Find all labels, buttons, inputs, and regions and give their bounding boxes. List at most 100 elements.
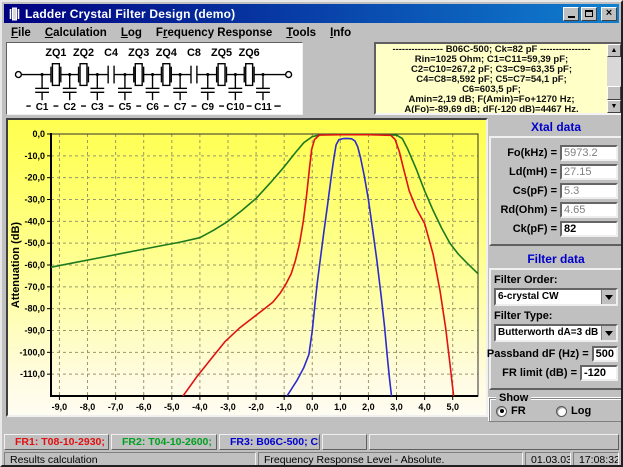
- filter-order-label: Filter Order:: [494, 274, 615, 286]
- y-tick-label: -90,0: [24, 326, 45, 336]
- radio-log-icon[interactable]: [556, 406, 567, 417]
- series-element-label: C4: [104, 47, 118, 59]
- right-panel: Xtal data Fo(kHz) =5973.2Ld(mH) =27.15Cs…: [489, 118, 623, 428]
- series-element-label: ZQ3: [128, 47, 149, 59]
- xtal-field-row: Fo(kHz) =5973.2: [494, 145, 618, 161]
- shunt-cap-label: C1: [36, 102, 49, 113]
- minimize-icon: [568, 16, 575, 18]
- xtal-field-row: Ck(pF) =82: [494, 221, 618, 237]
- show-title: Show: [496, 392, 531, 404]
- menu-item-file[interactable]: File: [4, 26, 38, 40]
- results-scrollbar[interactable]: ▲ ▼: [607, 44, 621, 113]
- frequency-response-chart: -9,0-8,0-7,0-6,0-5,0-4,0-3,0-2,0-1,00,01…: [6, 118, 488, 417]
- fr-slot-empty: [369, 434, 619, 450]
- window-title: Ladder Crystal Filter Design (demo): [25, 7, 563, 21]
- shunt-cap-label: C3: [91, 102, 104, 113]
- fr-slot-empty[interactable]: [322, 434, 367, 450]
- scroll-up-icon[interactable]: ▲: [607, 44, 621, 57]
- xtal-field-input: 4.65: [560, 202, 618, 218]
- scroll-thumb[interactable]: [607, 86, 621, 100]
- x-tick-label: 1,0: [334, 402, 347, 412]
- x-tick-label: -1,0: [276, 402, 292, 412]
- x-tick-label: 3,0: [390, 402, 403, 412]
- chevron-down-icon: [605, 295, 613, 304]
- radio-log-label: Log: [571, 405, 591, 417]
- shunt-cap-label: C10: [226, 102, 245, 113]
- x-tick-label: -8,0: [80, 402, 96, 412]
- x-tick-label: -7,0: [108, 402, 124, 412]
- maximize-icon: [585, 10, 593, 17]
- x-tick-label: -3,0: [220, 402, 236, 412]
- y-axis-title: Attenuation (dB): [10, 222, 22, 308]
- fr-slot-3[interactable]: FR3: B06C-500; Ck=82 pF: [219, 434, 320, 450]
- x-tick-label: -4,0: [192, 402, 208, 412]
- radio-fr-icon[interactable]: [496, 406, 507, 417]
- series-element-label: ZQ6: [239, 47, 260, 59]
- x-tick-label: -9,0: [52, 402, 68, 412]
- y-tick-label: -110,0: [20, 369, 45, 379]
- app-icon: [7, 7, 22, 21]
- shunt-cap-label: C9: [201, 102, 214, 113]
- xtal-data-box: Fo(kHz) =5973.2Ld(mH) =27.15Cs(pF) =5.3R…: [489, 136, 623, 246]
- xtal-field-label: Ld(mH) =: [509, 166, 557, 178]
- app-window: Ladder Crystal Filter Design (demo) × Fi…: [0, 0, 623, 467]
- schematic-panel: C1C2C3C5C6C7C9C10C11 ZQ1ZQ2C4ZQ3ZQ4C8ZQ5…: [6, 42, 303, 115]
- filter-type-select[interactable]: Butterworth dA=3 dB: [494, 324, 618, 342]
- series-element-label: ZQ2: [73, 47, 94, 59]
- y-tick-label: -30,0: [24, 195, 45, 205]
- passband-input[interactable]: 500: [592, 346, 618, 362]
- radio-fr-label: FR: [511, 405, 526, 417]
- status-date: 01.03.03: [525, 452, 571, 466]
- maximize-button[interactable]: [581, 7, 597, 21]
- menu-item-tools[interactable]: Tools: [279, 26, 323, 40]
- y-tick-label: -60,0: [24, 260, 45, 270]
- fr-limit-input[interactable]: -120: [580, 365, 618, 381]
- filter-data-title: Filter data: [489, 252, 623, 266]
- fr-slot-1[interactable]: FR1: T08-10-2930;: [4, 434, 109, 450]
- shunt-cap-label: C7: [174, 102, 187, 113]
- series-element-label: ZQ5: [211, 47, 232, 59]
- menu-item-calculation[interactable]: Calculation: [38, 26, 114, 40]
- show-log-option[interactable]: Log: [556, 405, 616, 417]
- fr-slot-2[interactable]: FR2: T04-10-2600;: [111, 434, 217, 450]
- x-tick-label: -6,0: [136, 402, 152, 412]
- curve-fr3: [287, 138, 392, 396]
- y-tick-label: 0,0: [32, 129, 45, 139]
- y-tick-label: -10,0: [24, 151, 45, 161]
- scroll-down-icon[interactable]: ▼: [607, 100, 621, 113]
- close-button[interactable]: ×: [601, 7, 617, 21]
- chart-svg: -9,0-8,0-7,0-6,0-5,0-4,0-3,0-2,0-1,00,01…: [8, 120, 486, 415]
- xtal-field-input: 5.3: [560, 183, 618, 199]
- xtal-field-label: Fo(kHz) =: [507, 147, 557, 159]
- status-time: 17:08:32: [573, 452, 619, 466]
- filter-order-select[interactable]: 6-crystal CW: [494, 288, 618, 306]
- minimize-button[interactable]: [563, 7, 579, 21]
- xtal-field-input: 5973.2: [560, 145, 618, 161]
- x-axis-title: Offset relative to Fo (kHz): [198, 414, 332, 415]
- xtal-field-label: Rd(Ohm) =: [500, 204, 557, 216]
- menu-item-log[interactable]: Log: [114, 26, 149, 40]
- xtal-field-row: Cs(pF) =5.3: [494, 183, 618, 199]
- ladder-circuit-diagram: C1C2C3C5C6C7C9C10C11 ZQ1ZQ2C4ZQ3ZQ4C8ZQ5…: [7, 43, 302, 114]
- shunt-cap-label: C6: [146, 102, 159, 113]
- menu-item-frequency-response[interactable]: Frequency Response: [149, 26, 279, 40]
- xtal-data-title: Xtal data: [489, 120, 623, 134]
- results-line: A(Fo)=-89,69 dB; dF(-120 dB)=4467 Hz.: [378, 105, 605, 115]
- filter-type-label: Filter Type:: [494, 310, 615, 322]
- chevron-down-icon: [605, 331, 613, 340]
- series-element-label: ZQ4: [156, 47, 177, 59]
- filter-order-dropdown-button[interactable]: [601, 290, 616, 304]
- xtal-field-input[interactable]: 82: [560, 221, 618, 237]
- series-element-label: C8: [187, 47, 201, 59]
- show-groupbox: Show FR Log: [489, 398, 623, 422]
- fr-limit-label: FR limit (dB) =: [502, 367, 577, 379]
- show-fr-option[interactable]: FR: [496, 405, 556, 417]
- menu-item-info[interactable]: Info: [323, 26, 358, 40]
- menu-bar: FileCalculationLogFrequency ResponseTool…: [4, 24, 619, 41]
- status-center: Frequency Response Level - Absolute.: [258, 452, 523, 466]
- fr-results-bar: FR1: T08-10-2930;FR2: T04-10-2600;FR3: B…: [4, 434, 619, 451]
- x-tick-label: 2,0: [362, 402, 375, 412]
- titlebar: Ladder Crystal Filter Design (demo) ×: [4, 4, 619, 23]
- filter-order-value: 6-crystal CW: [496, 290, 601, 304]
- filter-type-dropdown-button[interactable]: [601, 326, 616, 340]
